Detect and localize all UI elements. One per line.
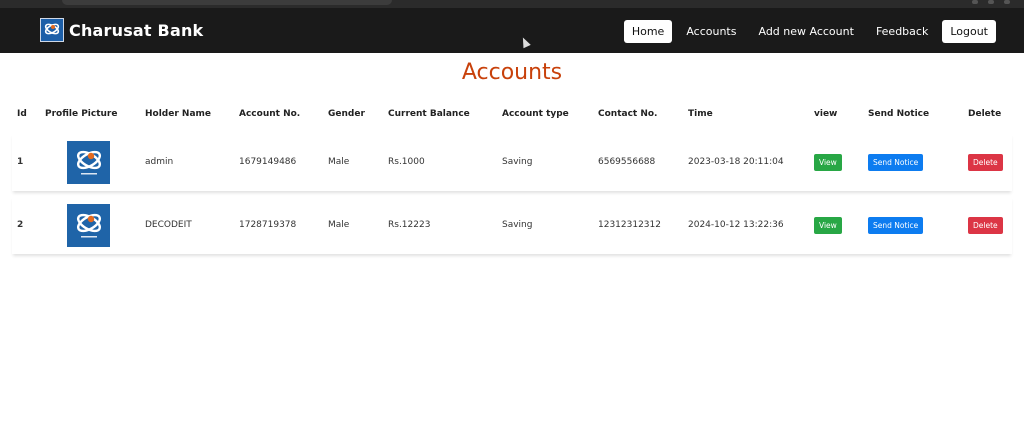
- header-profile-picture: Profile Picture: [45, 109, 118, 119]
- table-row: 2 DECODEIT 1728719378 Male Rs.12223 Savi…: [12, 196, 1012, 254]
- header-delete: Delete: [968, 109, 1002, 119]
- table-header: Id Profile Picture Holder Name Account N…: [12, 100, 1012, 128]
- page-title: Accounts: [461, 60, 563, 85]
- header-account-no: Account No.: [239, 109, 301, 119]
- nav-accounts[interactable]: Accounts: [678, 20, 744, 43]
- bank-logo-icon: [40, 18, 64, 42]
- cell-holder-name: DECODEIT: [145, 220, 192, 230]
- cell-time: 2023-03-18 20:11:04: [688, 157, 784, 167]
- nav-menu: Home Accounts Add new Account Feedback L…: [623, 20, 996, 43]
- navbar: Charusat Bank Home Accounts Add new Acco…: [0, 8, 1024, 53]
- view-button[interactable]: View: [814, 153, 842, 171]
- cell-account-type: Saving: [502, 220, 533, 230]
- accounts-table: Id Profile Picture Holder Name Account N…: [12, 100, 1012, 254]
- send-notice-button[interactable]: Send Notice: [868, 153, 924, 171]
- logout-button[interactable]: Logout: [942, 20, 996, 43]
- cell-gender: Male: [328, 220, 350, 230]
- header-holder-name: Holder Name: [145, 109, 212, 119]
- header-view: view: [814, 109, 838, 119]
- address-bar[interactable]: [62, 0, 392, 5]
- header-account-type: Account type: [502, 109, 569, 119]
- delete-button[interactable]: Delete: [968, 153, 1003, 171]
- cell-contact: 12312312312: [598, 220, 661, 230]
- profile-picture: [67, 140, 110, 184]
- cell-time: 2024-10-12 13:22:36: [688, 220, 784, 230]
- nav-home[interactable]: Home: [623, 20, 673, 43]
- cell-account-no: 1679149486: [239, 157, 297, 167]
- bank-logo-icon: [76, 213, 101, 238]
- header-contact-no: Contact No.: [598, 109, 658, 119]
- cell-gender: Male: [328, 157, 350, 167]
- header-current-balance: Current Balance: [388, 109, 470, 119]
- cell-account-type: Saving: [502, 157, 533, 167]
- cell-id: 2: [17, 220, 24, 230]
- send-notice-button[interactable]: Send Notice: [868, 216, 924, 234]
- cell-balance: Rs.12223: [388, 220, 431, 230]
- header-gender: Gender: [328, 109, 365, 119]
- cell-holder-name: admin: [145, 157, 174, 167]
- cell-id: 1: [17, 157, 24, 167]
- header-id: Id: [17, 109, 27, 119]
- cell-balance: Rs.1000: [388, 157, 425, 167]
- profile-picture: [67, 203, 110, 247]
- brand[interactable]: Charusat Bank: [40, 17, 203, 43]
- bank-logo-icon: [76, 150, 101, 175]
- view-button[interactable]: View: [814, 216, 842, 234]
- brand-name: Charusat Bank: [69, 20, 204, 40]
- table-row: 1 admin 1679149486 Male Rs.1000 Saving 6…: [12, 133, 1012, 191]
- header-send-notice: Send Notice: [868, 109, 930, 119]
- header-time: Time: [688, 109, 713, 119]
- nav-add-account[interactable]: Add new Account: [750, 20, 861, 43]
- nav-feedback[interactable]: Feedback: [868, 20, 936, 43]
- browser-chrome: [0, 0, 1024, 8]
- browser-controls: [972, 0, 1010, 6]
- delete-button[interactable]: Delete: [968, 216, 1003, 234]
- cell-contact: 6569556688: [598, 157, 656, 167]
- cell-account-no: 1728719378: [239, 220, 297, 230]
